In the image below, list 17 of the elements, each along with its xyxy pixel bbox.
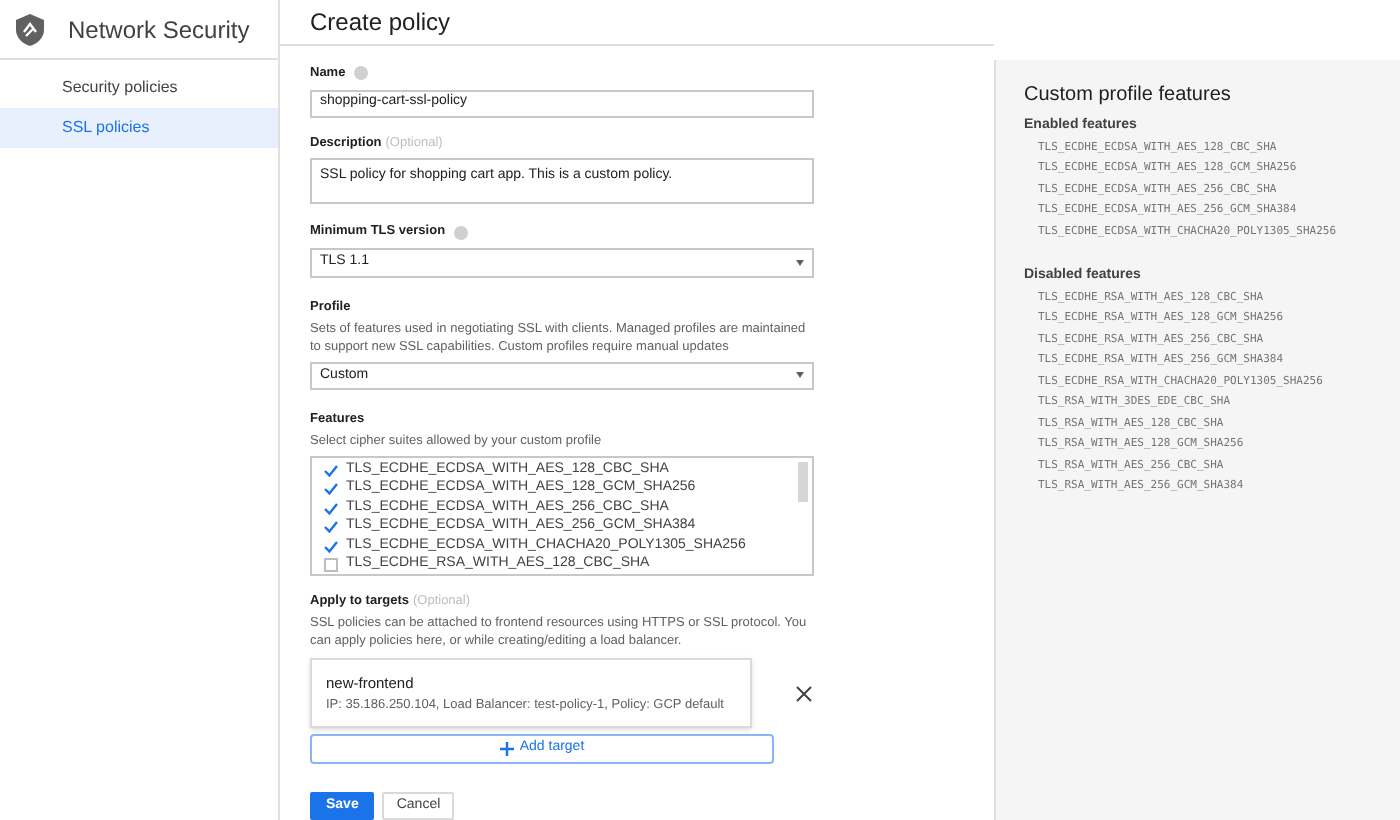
- checkbox[interactable]: [324, 463, 338, 477]
- caret-icon: [796, 372, 804, 379]
- close-icon[interactable]: [796, 685, 812, 701]
- plus-icon: [499, 742, 514, 756]
- scrollbar-thumb[interactable]: [798, 462, 808, 503]
- checkbox[interactable]: [324, 558, 338, 572]
- sidebar-item[interactable]: Security policies: [0, 68, 278, 108]
- checkbox[interactable]: [324, 539, 338, 553]
- checkbox[interactable]: [324, 520, 338, 534]
- caret-icon: [796, 260, 804, 266]
- shield-icon: [16, 13, 44, 45]
- panel-title: Custom profile features: [1024, 82, 1233, 110]
- checkbox[interactable]: [324, 482, 338, 496]
- page-title: Create policy: [310, 5, 451, 40]
- checkbox[interactable]: [324, 501, 338, 515]
- sidebar-item[interactable]: SSL policies: [0, 108, 278, 148]
- app-title: Network Security: [68, 13, 250, 47]
